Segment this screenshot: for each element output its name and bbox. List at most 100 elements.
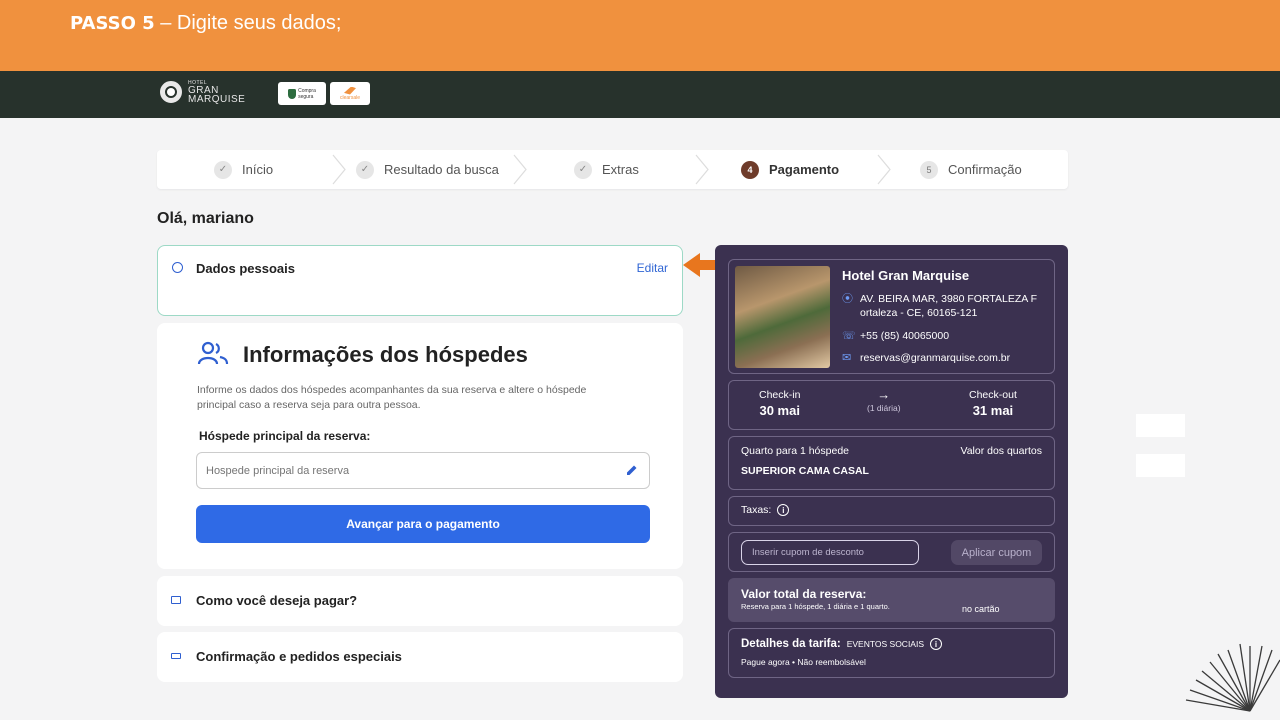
guest-info-title: Informações dos hóspedes bbox=[243, 342, 528, 367]
step-confirmacao[interactable]: 5 Confirmação bbox=[920, 150, 1022, 189]
confirmation-section-title: Confirmação e pedidos especiais bbox=[196, 649, 402, 664]
info-icon[interactable]: i bbox=[930, 638, 943, 650]
step-extras[interactable]: ✓ Extras bbox=[574, 150, 639, 189]
total-subtext: Reserva para 1 hóspede, 1 diária e 1 qua… bbox=[741, 602, 890, 611]
reservation-summary: Hotel Gran Marquise ⦿ AV. BEIRA MAR, 398… bbox=[715, 245, 1068, 698]
hotel-logo[interactable]: HOTEL GRAN MARQUISE bbox=[160, 80, 246, 105]
step-label: Resultado da busca bbox=[384, 162, 499, 177]
phone-icon: ☏ bbox=[842, 330, 856, 342]
tutorial-banner: PASSO 5 – Digite seus dados; bbox=[0, 0, 1280, 71]
step-resultado[interactable]: ✓ Resultado da busca bbox=[356, 150, 499, 189]
nights-block: → (1 diária) bbox=[867, 387, 901, 414]
taxes-label: Taxas: bbox=[741, 504, 772, 516]
clearsale-content: clearsale bbox=[339, 86, 360, 101]
step-label: Início bbox=[242, 162, 274, 177]
advance-to-payment-button[interactable]: Avançar para o pagamento bbox=[196, 505, 650, 543]
side-widget-placeholder bbox=[1136, 414, 1185, 437]
credit-card-icon bbox=[171, 596, 181, 604]
step-separator-icon bbox=[332, 154, 346, 185]
step-pagamento[interactable]: 4 Pagamento bbox=[741, 150, 839, 189]
coupon-input[interactable]: Inserir cupom de desconto bbox=[741, 540, 919, 565]
room-label: Quarto para 1 hóspede bbox=[741, 445, 849, 457]
badge1-line2: segura bbox=[298, 93, 314, 100]
step-check-icon: ✓ bbox=[356, 160, 374, 179]
banner-instruction: – Digite seus dados; bbox=[154, 12, 342, 34]
hotel-photo bbox=[735, 266, 830, 368]
location-pin-icon: ⦿ bbox=[842, 293, 853, 305]
step-label: Extras bbox=[602, 162, 639, 177]
coupon-box: Inserir cupom de desconto Aplicar cupom bbox=[728, 532, 1055, 572]
nights-text: (1 diária) bbox=[867, 403, 901, 413]
greeting: Olá, mariano bbox=[157, 210, 254, 227]
checkout-label: Check-out bbox=[969, 389, 1017, 401]
step-separator-icon bbox=[877, 154, 891, 185]
site-header: HOTEL GRAN MARQUISE Compra segura clearsa… bbox=[0, 71, 1280, 118]
confirmation-section-header[interactable]: Confirmação e pedidos especiais bbox=[157, 632, 683, 682]
rate-policy: Pague agora • Não reembolsável bbox=[741, 657, 866, 667]
badge2-text: clearsale bbox=[339, 94, 360, 101]
logo-ring-icon bbox=[160, 81, 182, 103]
total-note: no cartão bbox=[962, 604, 1000, 614]
side-widget-placeholder bbox=[1136, 454, 1185, 477]
main-guest-label: Hóspede principal da reserva: bbox=[199, 429, 371, 443]
step-separator-icon bbox=[695, 154, 709, 185]
personal-data-title: Dados pessoais bbox=[196, 261, 295, 276]
clearsale-badge: clearsale bbox=[330, 82, 370, 105]
decorative-sunburst-icon bbox=[1185, 643, 1280, 712]
hotel-address: ⦿ AV. BEIRA MAR, 3980 FORTALEZA F ortale… bbox=[842, 292, 1047, 320]
personal-data-card: Dados pessoais Editar bbox=[157, 245, 683, 316]
taxes-box: Taxas: i bbox=[728, 496, 1055, 526]
checkin-block: Check-in 30 mai bbox=[759, 389, 800, 418]
step-separator-icon bbox=[513, 154, 527, 185]
bed-icon bbox=[171, 653, 181, 659]
edit-link[interactable]: Editar bbox=[637, 261, 668, 275]
guest-info-card: Informações dos hóspedes Informe os dado… bbox=[157, 323, 683, 569]
info-icon[interactable]: i bbox=[777, 504, 790, 516]
phone-text: +55 (85) 40065000 bbox=[860, 330, 950, 342]
total-box: Valor total da reserva: Reserva para 1 h… bbox=[728, 578, 1055, 622]
total-label: Valor total da reserva: bbox=[741, 587, 867, 601]
arrow-right-icon: → bbox=[877, 387, 891, 402]
booking-stepper: ✓ Início ✓ Resultado da busca ✓ Extras 4… bbox=[157, 150, 1068, 189]
room-value-label: Valor dos quartos bbox=[960, 445, 1042, 457]
shield-icon bbox=[288, 88, 297, 99]
hotel-phone[interactable]: ☏ +55 (85) 40065000 bbox=[842, 329, 949, 343]
taxes-row: Taxas: i bbox=[741, 504, 790, 516]
hotel-email[interactable]: ✉ reservas@granmarquise.com.br bbox=[842, 351, 1010, 365]
rate-details-box: Detalhes da tarifa: EVENTOS SOCIAIS i Pa… bbox=[728, 628, 1055, 678]
step-check-icon: ✓ bbox=[214, 160, 232, 179]
badge1-text: Compra segura bbox=[298, 88, 316, 100]
user-circle-icon bbox=[172, 262, 183, 273]
banner-text: PASSO 5 – Digite seus dados; bbox=[70, 12, 341, 35]
hotel-name: Hotel Gran Marquise bbox=[842, 268, 970, 283]
room-type: SUPERIOR CAMA CASAL bbox=[741, 465, 869, 477]
payment-section-header[interactable]: Como você deseja pagar? bbox=[157, 576, 683, 626]
users-icon bbox=[197, 341, 229, 365]
rate-details-row: Detalhes da tarifa: EVENTOS SOCIAIS i bbox=[741, 638, 943, 650]
step-number-badge: 5 bbox=[920, 160, 938, 179]
step-number-badge: 4 bbox=[741, 160, 759, 179]
logo-line2: MARQUISE bbox=[188, 94, 246, 105]
checkin-label: Check-in bbox=[759, 389, 801, 401]
rate-tag: EVENTOS SOCIAIS bbox=[846, 639, 925, 649]
email-text: reservas@granmarquise.com.br bbox=[860, 352, 1011, 364]
step-label: Pagamento bbox=[769, 162, 840, 177]
guest-info-description: Informe os dados dos hóspedes acompanhan… bbox=[197, 384, 587, 411]
step-check-icon: ✓ bbox=[574, 160, 592, 179]
step-label: Confirmação bbox=[948, 162, 1022, 177]
apply-coupon-button[interactable]: Aplicar cupom bbox=[951, 540, 1042, 565]
checkout-block: Check-out 31 mai bbox=[969, 389, 1017, 418]
main-guest-input[interactable] bbox=[196, 452, 650, 489]
stay-dates-box: Check-in 30 mai → (1 diária) Check-out 3… bbox=[728, 380, 1055, 430]
logo-text: HOTEL GRAN MARQUISE bbox=[188, 80, 246, 105]
payment-section-title: Como você deseja pagar? bbox=[196, 593, 358, 608]
pencil-icon[interactable] bbox=[626, 464, 638, 476]
room-box: Quarto para 1 hóspede SUPERIOR CAMA CASA… bbox=[728, 436, 1055, 490]
mail-icon: ✉ bbox=[842, 352, 852, 364]
rate-details-label: Detalhes da tarifa: bbox=[741, 638, 841, 650]
secure-purchase-badge: Compra segura bbox=[278, 82, 326, 105]
checkin-date: 30 mai bbox=[759, 403, 800, 418]
hotel-info-box: Hotel Gran Marquise ⦿ AV. BEIRA MAR, 398… bbox=[728, 259, 1055, 374]
step-inicio[interactable]: ✓ Início bbox=[214, 150, 273, 189]
clearsale-bird-icon bbox=[343, 86, 356, 95]
